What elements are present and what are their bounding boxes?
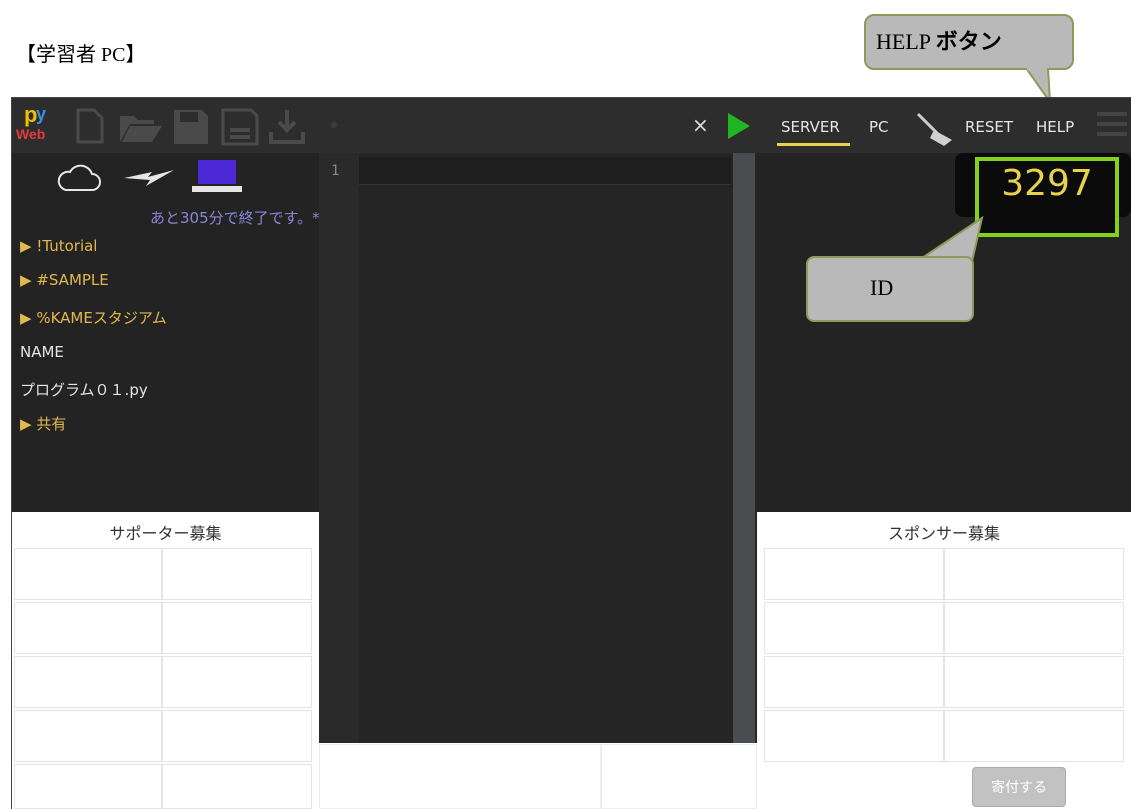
laptop-icon (192, 160, 242, 192)
help-callout-prefix: HELP (876, 29, 936, 54)
save-icon[interactable] (172, 108, 210, 146)
tree-folder-tutorial[interactable]: ▶ !Tutorial (20, 237, 97, 255)
supporter-cell (162, 548, 312, 600)
help-callout-text: HELP ボタン (876, 24, 1002, 56)
broom-icon[interactable] (914, 110, 956, 148)
close-file-button[interactable]: × (692, 113, 709, 137)
help-callout-bold: ボタン (935, 30, 1002, 55)
sponsor-cell (764, 710, 944, 762)
nav-pc[interactable]: PC (869, 118, 889, 136)
help-button[interactable]: HELP (1036, 118, 1074, 136)
sponsor-cell (944, 548, 1124, 600)
supporter-title: サポーター募集 (109, 524, 222, 543)
sponsor-cell (764, 602, 944, 654)
code-editor[interactable] (319, 98, 757, 743)
lightning-icon (124, 170, 174, 186)
tree-item-label: !Tutorial (36, 237, 98, 255)
supporter-cell (14, 710, 162, 762)
session-remaining-text: あと305分で終了です。*** (150, 209, 335, 227)
tree-name-label: NAME (20, 343, 64, 361)
sponsor-cell (944, 710, 1124, 762)
tree-file-program[interactable]: プログラム０１.py (20, 379, 148, 400)
menu-icon[interactable] (1097, 112, 1127, 142)
save-as-icon[interactable] (221, 108, 259, 146)
footer-cell (601, 744, 757, 809)
run-play-icon[interactable] (728, 113, 750, 139)
supporter-cell (14, 548, 162, 600)
open-folder-icon[interactable] (118, 110, 164, 144)
pyweb-logo: p y Web (16, 102, 47, 142)
tree-folder-sample[interactable]: ▶ #SAMPLE (20, 271, 109, 289)
sponsor-cell (764, 548, 944, 600)
download-icon[interactable] (268, 108, 306, 146)
line-number-gutter (319, 153, 359, 743)
tree-folder-shared[interactable]: ▶ 共有 (20, 413, 66, 434)
supporter-cell (14, 656, 162, 708)
tree-item-label: %KAMEスタジアム (36, 309, 167, 327)
supporter-cell (162, 656, 312, 708)
session-id: 3297 (1001, 163, 1093, 204)
sponsor-title: スポンサー募集 (887, 524, 1000, 543)
sponsor-cell (944, 656, 1124, 708)
supporter-cell (14, 764, 162, 809)
supporter-cell (14, 602, 162, 654)
tree-item-label: 共有 (36, 415, 67, 433)
supporter-cell (162, 764, 312, 809)
unsaved-dot-icon (331, 122, 337, 128)
footer-cell (319, 744, 601, 809)
new-file-icon[interactable] (76, 108, 104, 144)
supporter-cell (162, 710, 312, 762)
nav-server[interactable]: SERVER (781, 118, 840, 136)
document-caption: 【学習者 PC】 (16, 44, 146, 66)
donate-button[interactable]: 寄付する (972, 767, 1066, 807)
file-explorer-panel (12, 98, 319, 512)
id-callout-text: ID (870, 275, 894, 300)
editor-scrollbar[interactable] (733, 153, 755, 743)
reset-button[interactable]: RESET (965, 118, 1013, 136)
cloud-icon (57, 164, 101, 191)
sponsor-cell (944, 602, 1124, 654)
nav-server-active-indicator (777, 143, 850, 146)
active-line[interactable] (359, 157, 731, 185)
sponsor-cell (764, 656, 944, 708)
tree-folder-kame[interactable]: ▶ %KAMEスタジアム (20, 307, 167, 328)
supporter-cell (162, 602, 312, 654)
line-number: 1 (331, 163, 340, 179)
tree-item-label: #SAMPLE (36, 271, 109, 289)
